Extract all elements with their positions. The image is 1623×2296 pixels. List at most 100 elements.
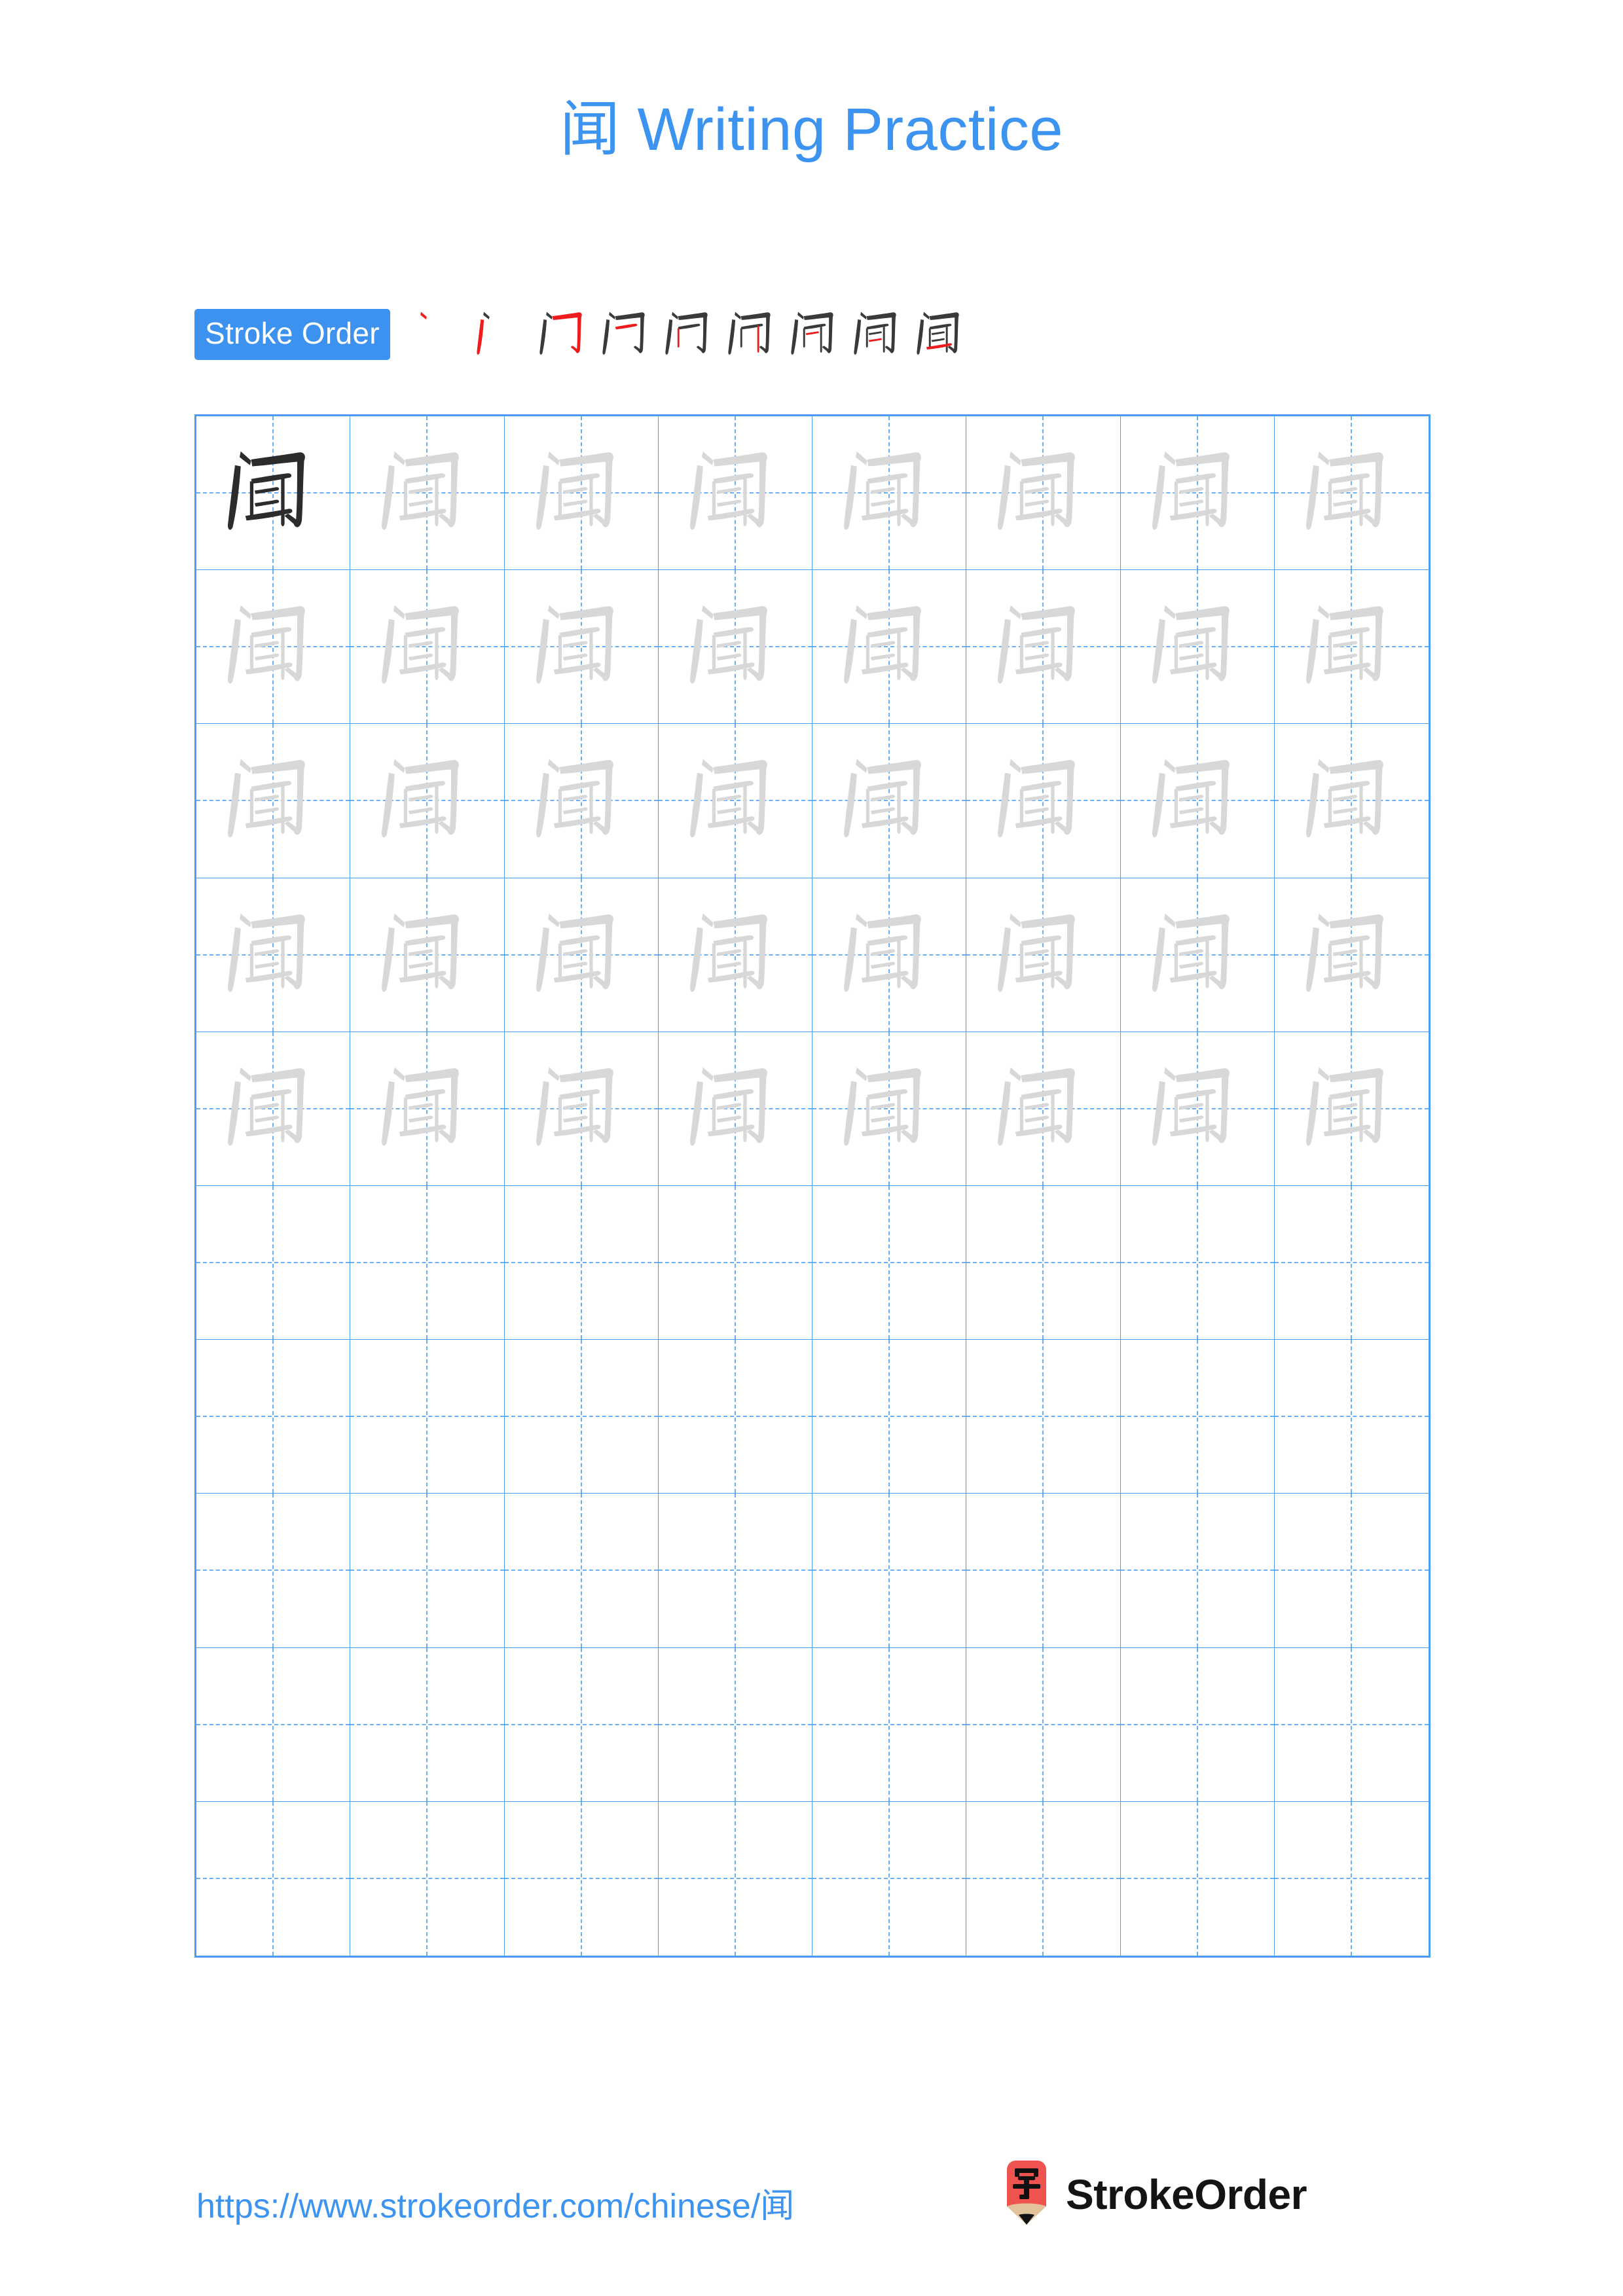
practice-cell[interactable] [966,416,1121,571]
practice-cell[interactable] [812,724,967,878]
practice-cell[interactable] [1274,878,1429,1032]
practice-cell[interactable] [966,724,1121,878]
practice-cell[interactable] [350,1647,505,1802]
practice-cell[interactable] [812,1185,967,1340]
practice-cell[interactable] [505,1801,659,1956]
practice-cell[interactable] [658,1647,812,1802]
trace-character [812,416,966,569]
practice-cell[interactable] [1274,1340,1429,1494]
practice-cell[interactable] [504,1031,659,1186]
trace-character [1275,878,1429,1031]
practice-cell[interactable] [658,1185,812,1340]
trace-character [966,416,1120,569]
practice-cell[interactable] [196,1185,351,1340]
trace-character [350,570,503,723]
practice-cell[interactable] [966,1031,1121,1186]
practice-cell[interactable] [658,570,812,725]
practice-cell[interactable] [350,1494,505,1648]
practice-cell[interactable] [658,1031,812,1186]
practice-cell[interactable] [658,878,812,1032]
practice-cell[interactable] [1120,878,1275,1032]
practice-cell[interactable] [1121,1801,1275,1956]
practice-cell[interactable] [966,570,1121,725]
practice-cell[interactable] [966,1340,1121,1494]
practice-cell[interactable] [504,1185,659,1340]
practice-cell[interactable] [1120,1494,1275,1648]
practice-cell[interactable] [1274,1648,1429,1802]
practice-cell[interactable] [812,416,967,571]
practice-cell[interactable] [1120,1340,1275,1494]
practice-cell[interactable] [812,878,967,1032]
practice-cell[interactable] [1120,1185,1275,1340]
practice-cell[interactable] [504,1647,659,1802]
practice-cell[interactable] [1274,1186,1429,1340]
practice-cell[interactable] [659,1801,812,1956]
practice-cell[interactable] [1274,724,1429,878]
practice-cell[interactable] [658,416,812,571]
practice-cell[interactable] [1275,1802,1429,1956]
practice-cell[interactable] [966,1801,1121,1956]
stroke-step-2 [470,303,533,366]
practice-cell[interactable] [812,1494,967,1648]
practice-cell[interactable] [350,1185,505,1340]
trace-character [812,570,966,723]
brand-footer: StrokeOrder [1002,2159,1307,2231]
practice-cell[interactable] [812,1031,967,1186]
trace-character [1275,416,1429,569]
practice-cell[interactable] [196,570,351,725]
practice-cell[interactable] [504,416,659,571]
practice-cell[interactable] [1120,1647,1275,1802]
practice-cell[interactable] [966,1494,1121,1648]
practice-cell[interactable] [350,724,505,878]
practice-cell[interactable] [196,1494,351,1648]
practice-cell[interactable] [504,878,659,1032]
practice-cell[interactable] [196,416,351,571]
trace-character [812,878,966,1031]
practice-cell[interactable] [196,878,351,1032]
practice-cell[interactable] [812,1647,967,1802]
practice-cell[interactable] [658,1494,812,1648]
practice-cell[interactable] [812,570,967,725]
practice-cell[interactable] [1274,1494,1429,1648]
practice-cell[interactable] [350,416,505,571]
trace-character [659,416,812,569]
practice-cell[interactable] [966,1185,1121,1340]
practice-cell[interactable] [350,878,505,1032]
practice-cell[interactable] [658,724,812,878]
practice-cell[interactable] [1120,1031,1275,1186]
practice-cell[interactable] [504,570,659,725]
practice-cell[interactable] [812,1801,967,1956]
practice-cell[interactable] [504,1494,659,1648]
practice-cell[interactable] [966,1647,1121,1802]
practice-cell[interactable] [196,724,351,878]
practice-cell[interactable] [504,1340,659,1494]
trace-character [196,724,350,877]
trace-character [1121,570,1274,723]
source-url-link[interactable]: https://www.strokeorder.com/chinese/闻 [196,2178,794,2227]
practice-cell[interactable] [812,1340,967,1494]
trace-character [1121,878,1274,1031]
practice-cell[interactable] [1274,416,1429,571]
practice-cell[interactable] [196,1340,351,1494]
practice-cell[interactable] [1120,416,1275,571]
stroke-step-4 [596,303,659,366]
practice-cell[interactable] [1120,570,1275,725]
practice-cell[interactable] [350,1031,505,1186]
practice-cell[interactable] [350,570,505,725]
practice-cell[interactable] [966,878,1121,1032]
practice-cell[interactable] [504,724,659,878]
practice-grid[interactable] [194,414,1431,1958]
practice-cell[interactable] [196,1801,351,1956]
stroke-step-5 [659,303,721,366]
practice-cell[interactable] [196,1031,351,1186]
trace-character [812,724,966,877]
practice-cell[interactable] [1274,1032,1429,1186]
practice-cell[interactable] [658,1340,812,1494]
trace-character [196,878,350,1031]
practice-cell[interactable] [1120,724,1275,878]
model-character [196,416,350,569]
practice-cell[interactable] [350,1340,505,1494]
practice-cell[interactable] [1274,570,1429,725]
practice-cell[interactable] [196,1647,351,1802]
practice-cell[interactable] [350,1801,505,1956]
